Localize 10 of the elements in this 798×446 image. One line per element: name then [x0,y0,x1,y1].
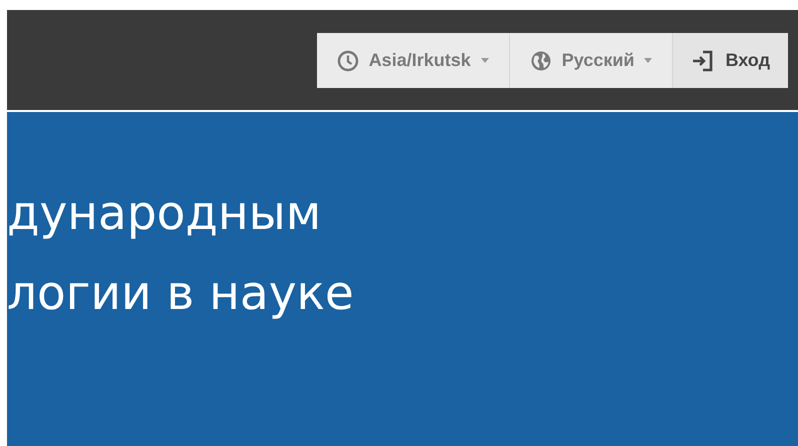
clock-icon [336,50,359,72]
hero-heading: дународным [7,185,322,243]
login-icon [691,50,716,72]
timezone-dropdown[interactable]: Asia/Irkutsk [316,33,510,88]
login-button[interactable]: Вход [673,33,788,88]
globe-icon [530,50,552,72]
hero-heading: логии в науке [7,265,355,323]
caret-icon [480,58,489,63]
language-dropdown[interactable]: Русский [510,33,674,88]
caret-icon [644,58,652,63]
